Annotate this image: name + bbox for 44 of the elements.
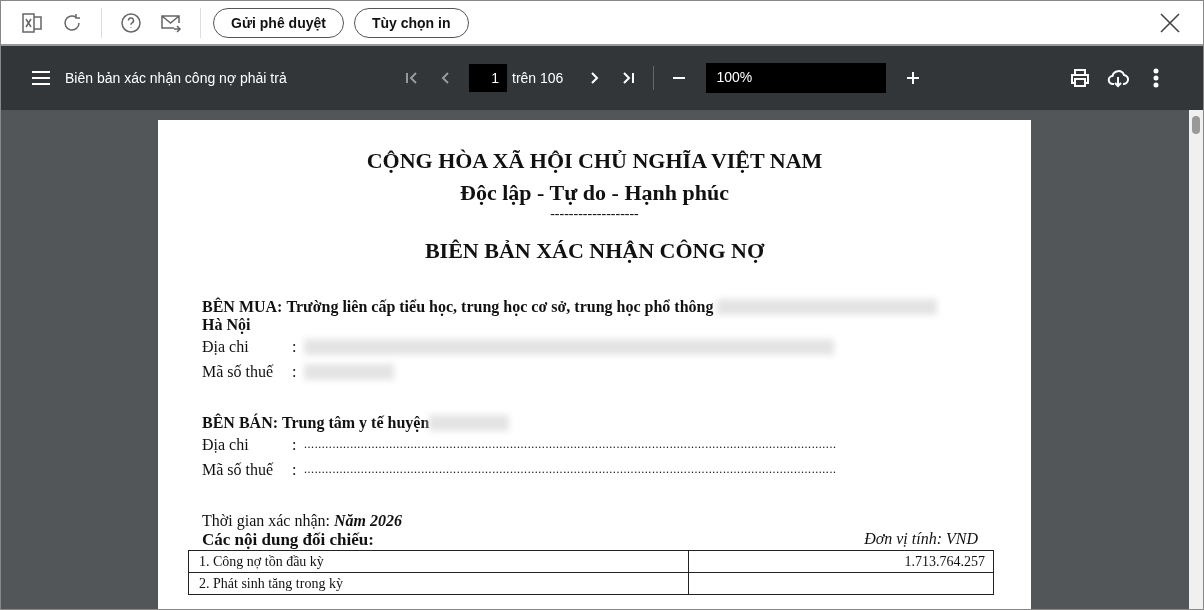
toolbar-button[interactable]: Gửi phê duyệt — [213, 7, 344, 38]
print-icon[interactable] — [1069, 67, 1091, 89]
field-label: Mã số thuế — [202, 460, 275, 479]
last-page-icon[interactable] — [621, 71, 636, 85]
table-cell: 1.713.764.257 — [688, 550, 994, 573]
unit-note: Đơn vị tính: VND — [864, 530, 978, 549]
separator-line: ------------------- — [550, 206, 639, 222]
spreadsheet-icon[interactable] — [21, 11, 43, 34]
colon: : — [292, 435, 298, 454]
section-heading: Các nội dung đối chiếu: — [202, 530, 374, 550]
colon: : — [292, 460, 298, 479]
colon: : — [292, 362, 298, 381]
help-icon[interactable] — [120, 11, 142, 34]
party-name: Trường liên cấp tiểu học, trung học cơ sở, trung học phổ thông — [285, 298, 714, 316]
party-label: BÊN BÁN: — [202, 414, 278, 432]
party-name: Hà Nội — [202, 316, 252, 334]
table-cell: 1. Công nợ tồn đầu kỳ — [188, 550, 689, 573]
colon: : — [292, 337, 298, 356]
scrollbar-thumb[interactable] — [1192, 116, 1200, 134]
zoom-in-icon[interactable] — [906, 71, 921, 85]
document-title: BIÊN BẢN XÁC NHẬN CÔNG NỢ — [424, 238, 765, 264]
dotted-fill-line: ...................................................................................................................................................... — [304, 437, 837, 452]
field-label: Địa chi — [202, 435, 250, 454]
menu-icon[interactable] — [31, 70, 51, 86]
table-cell: 2. Phát sinh tăng trong kỳ — [188, 572, 689, 595]
zoom-field[interactable]: 100% — [706, 63, 887, 93]
refresh-icon[interactable] — [61, 11, 83, 34]
document-heading: CỘNG HÒA XÃ HỘI CHỦ NGHĨA VIỆT NAM — [366, 148, 823, 174]
party-label: BÊN MUA: — [202, 298, 283, 316]
scrollbar[interactable] — [1189, 110, 1203, 609]
page-total: trên 106 — [512, 70, 564, 86]
download-icon[interactable] — [1107, 67, 1129, 89]
document-title: Biên bản xác nhận công nợ phải trả — [65, 70, 288, 86]
field-label: Địa chi — [202, 337, 250, 356]
toolbar-button[interactable]: Tùy chọn in — [353, 7, 469, 38]
period-label: Thời gian xác nhận: — [202, 512, 331, 529]
field-label: Mã số thuế — [202, 362, 275, 381]
document-heading: Độc lập - Tự do - Hạnh phúc — [460, 180, 729, 206]
party-name: Trung tâm y tế huyện — [281, 414, 430, 432]
first-page-icon[interactable] — [405, 71, 419, 85]
close-icon[interactable] — [1159, 11, 1181, 34]
period-value: Năm 2026 — [334, 512, 402, 529]
dotted-fill-line: ...................................................................................................................................................... — [304, 462, 837, 477]
page-number-field[interactable]: 1 — [469, 64, 507, 92]
